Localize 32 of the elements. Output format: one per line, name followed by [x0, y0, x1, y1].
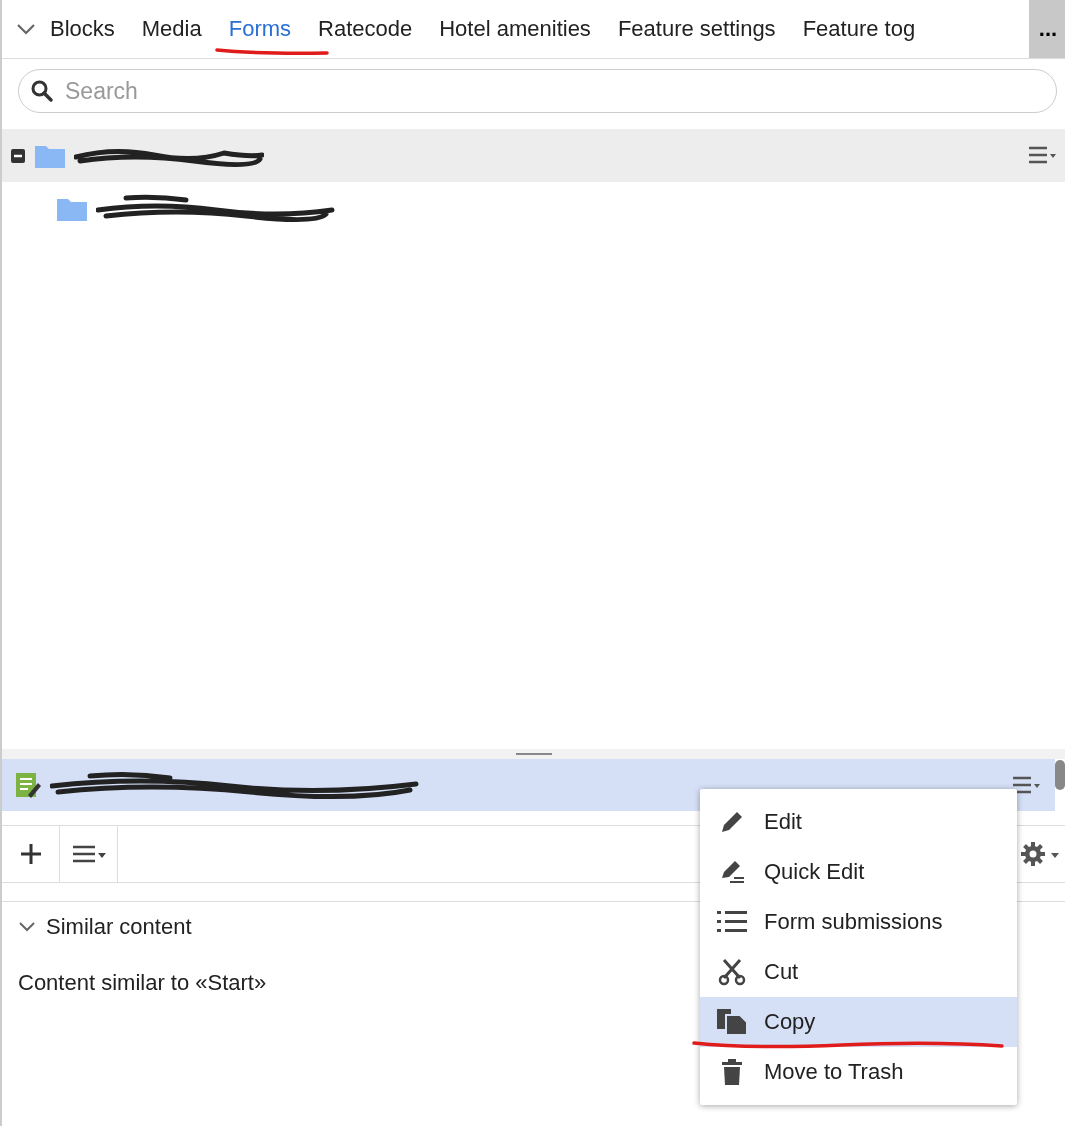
- copy-icon: [716, 1008, 748, 1036]
- tab[interactable]: Hotel amenities: [439, 16, 591, 42]
- similar-content-text: Content similar to «Start»: [18, 970, 267, 996]
- search-field[interactable]: Search: [18, 69, 1057, 113]
- menu-item[interactable]: Form submissions: [700, 897, 1017, 947]
- menu-icon[interactable]: [1011, 775, 1041, 795]
- section-title: Similar content: [46, 914, 192, 940]
- menu-item[interactable]: Edit: [700, 797, 1017, 847]
- collapse-icon[interactable]: [10, 147, 26, 164]
- menu-icon: [70, 844, 107, 864]
- tab[interactable]: Feature settings: [617, 16, 776, 42]
- tree-item[interactable]: [2, 129, 1065, 182]
- tab[interactable]: Media: [141, 16, 202, 42]
- menu-item[interactable]: Quick Edit: [700, 847, 1017, 897]
- tab[interactable]: Blocks: [50, 16, 115, 42]
- form-icon: [14, 771, 42, 799]
- tab[interactable]: Ratecode: [318, 16, 413, 42]
- chevron-icon[interactable]: [18, 921, 36, 933]
- list-icon: [716, 909, 748, 935]
- plus-icon: [18, 842, 43, 866]
- scrollbar[interactable]: [1055, 760, 1065, 790]
- menu-item[interactable]: Cut: [700, 947, 1017, 997]
- resize-handle[interactable]: [515, 753, 552, 755]
- tab[interactable]: Forms: [228, 16, 292, 42]
- menu-icon[interactable]: [1027, 145, 1057, 165]
- search-icon: [30, 79, 54, 103]
- overflow-button[interactable]: ...: [1029, 0, 1065, 58]
- chevron-icon[interactable]: [16, 23, 36, 35]
- menu-item[interactable]: Move to Trash: [700, 1047, 1017, 1097]
- tab[interactable]: Feature tog: [802, 16, 916, 42]
- gear-icon[interactable]: [1021, 841, 1061, 867]
- scissors-icon: [716, 958, 748, 986]
